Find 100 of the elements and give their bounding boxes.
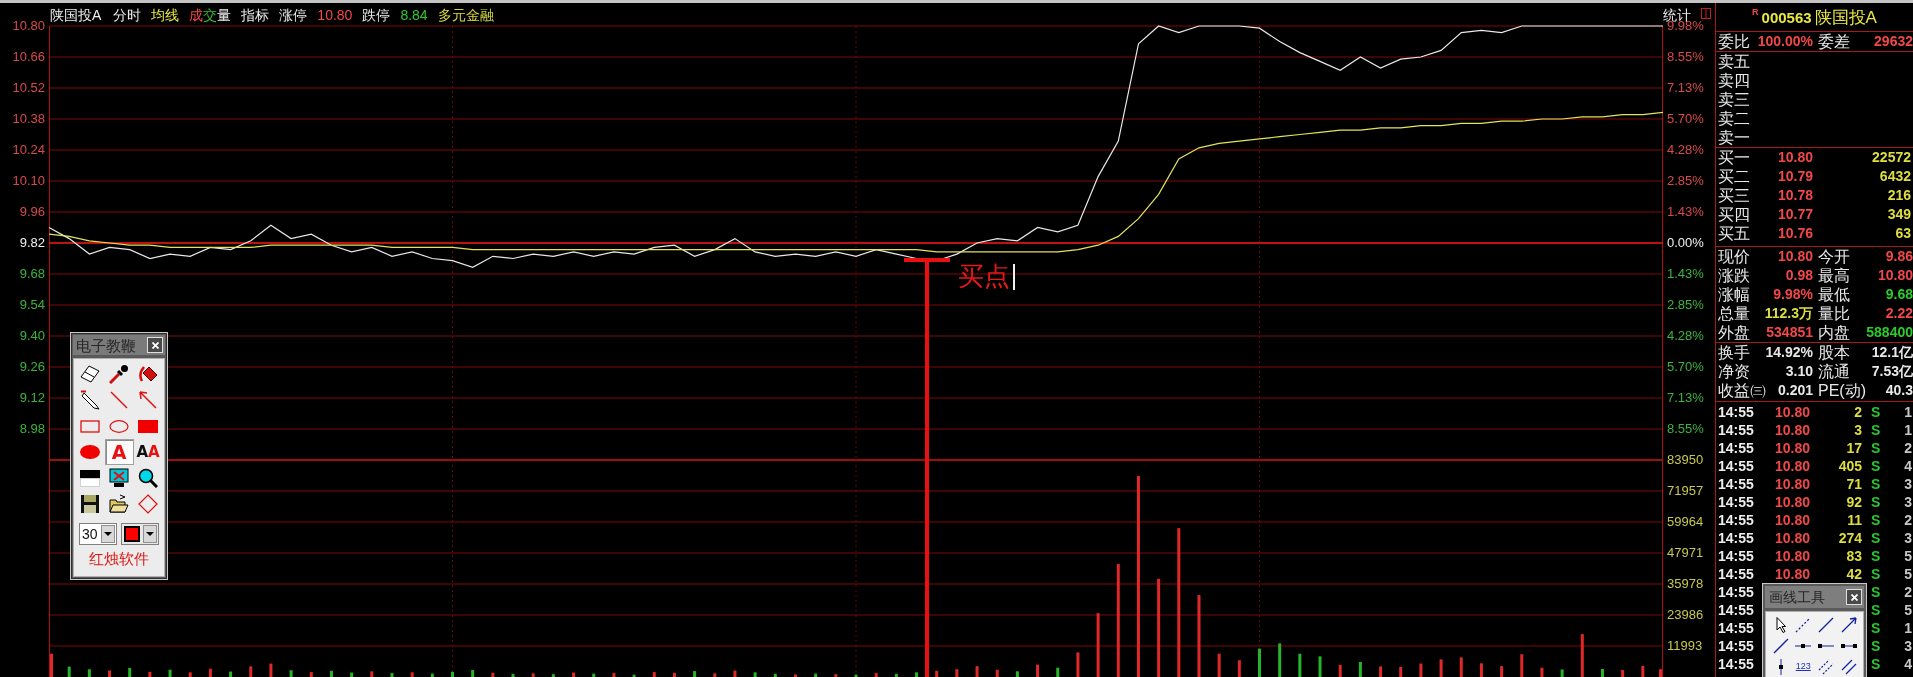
volume-axis-label: 35978 [1667,576,1704,592]
trade-time: 14:55 [1718,619,1755,637]
caret-down-icon [146,532,154,536]
volume-bar [975,666,979,677]
stock-code: 000563 [1761,9,1812,25]
percent-axis-label: 5.70% [1667,111,1704,127]
footer-brand: 红烛软件 [89,549,149,569]
volume-bar [289,670,293,677]
size-dropdown[interactable]: 30 [79,523,117,545]
close-button[interactable] [1846,589,1862,605]
price-axis-label: 9.54 [19,297,45,313]
trade-price: 10.80 [1773,511,1810,529]
eraser-icon [80,364,100,384]
trade-count: 2 [1903,511,1913,529]
arrow-icon [1840,616,1857,633]
split-pane-icon[interactable] [1701,7,1711,19]
volume-bar [652,672,656,677]
quote-value: 112.3万 [1763,304,1813,323]
price-axis-label: 9.82 [19,235,45,251]
volume-bar [370,671,374,677]
percent-axis-label: 4.28% [1667,328,1704,344]
volume-bar [1659,669,1662,677]
price-axis-label: 10.80 [12,18,45,34]
tool-button[interactable]: AA [133,439,163,465]
trade-time: 14:55 [1718,547,1755,565]
bid-level-label: 买四 [1718,205,1750,224]
volume-bar [1318,656,1322,677]
volume-bar [1459,657,1463,677]
volume-bar [67,666,71,677]
cursor-icon [1775,616,1786,633]
volume-bar [1560,669,1564,677]
line-icon [1818,616,1834,633]
quote-value: 29632 [1873,32,1913,51]
stock-name: 陕国投A [50,7,102,22]
volume-bar [814,673,818,677]
trade-price: 10.80 [1773,475,1810,493]
price-axis-label: 10.66 [12,49,45,65]
trade-count: 1 [1903,421,1913,439]
volume-bar [955,669,959,677]
quote-value: 3.10 [1784,362,1813,381]
trade-volume: 11 [1846,511,1862,529]
volume-bar [713,673,717,677]
volume-bar [773,673,777,677]
volume-bar [168,669,172,677]
volume-bar [1258,648,1261,677]
volume-bar [208,668,212,677]
bid-volume: 22572 [1871,148,1912,167]
chart-menu-item[interactable]: 指标 [241,7,270,22]
quote-label: 总量 [1718,304,1750,323]
trade-count: 1 [1903,403,1913,421]
quote-value: 9.98% [1772,285,1813,304]
trade-volume: 42 [1845,565,1862,583]
quote-label: 最低 [1818,285,1850,304]
trade-time: 14:55 [1718,511,1755,529]
percent-axis-label: 4.28% [1667,142,1704,158]
trade-price: 10.80 [1773,439,1810,457]
volume-bar [410,672,414,677]
trade-volume: 3 [1853,421,1862,439]
trade-count: 4 [1903,655,1913,673]
pencil-icon [80,390,100,410]
stock-name: 陕国投A [1814,8,1877,26]
tool-button[interactable]: A [104,439,134,465]
volume-bar [1479,663,1483,677]
volume-bar [693,671,697,677]
text-cursor-icon [1013,264,1015,290]
limit-price: 8.84 [400,7,428,22]
parallel-lines-icon [1818,658,1834,675]
volume-bar [148,671,152,677]
quote-value: 9.68 [1884,285,1913,304]
trade-volume: 83 [1845,547,1862,565]
volume-bar [1096,613,1100,677]
volume-bar [874,673,878,677]
volume-bar [753,672,757,677]
ask-level-label: 卖五 [1718,52,1750,71]
filled-ellipse-icon [80,445,100,459]
quote-label: 换手 [1718,343,1750,362]
trade-side: S [1871,457,1881,475]
close-button[interactable] [147,337,163,353]
trade-count: 3 [1903,475,1913,493]
volume-bar [572,672,576,677]
volume-axis-label: 23986 [1667,607,1704,623]
volume-bar [935,670,939,677]
segment-icon [1818,643,1834,648]
tool-button[interactable]: 123 [1791,656,1815,677]
volume-axis-label: 47971 [1667,545,1704,561]
volume-bar [733,670,737,677]
percent-axis-label: 2.85% [1667,297,1704,313]
color-dropdown[interactable] [121,523,159,545]
trade-count: 1 [1903,619,1913,637]
volume-bar [188,672,192,677]
chart-menu-item[interactable]: 均线 [151,7,180,22]
ask-level-label: 卖一 [1718,128,1750,147]
quote-label: 流通 [1818,362,1850,381]
bid-level-label: 买三 [1718,186,1750,205]
trade-volume: 92 [1845,493,1862,511]
bid-level-label: 买二 [1718,167,1750,186]
chart-menu-item[interactable]: 成交量 [189,7,232,22]
trade-time: 14:55 [1718,529,1755,547]
volume-bar [1338,664,1342,677]
chart-menu-item[interactable]: 分时 [113,7,142,22]
